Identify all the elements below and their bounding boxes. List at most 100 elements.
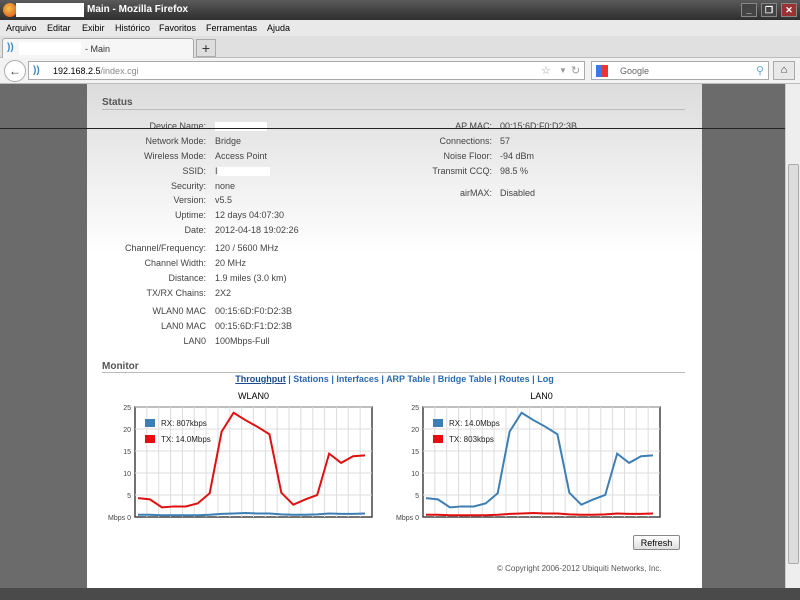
legend-swatch: [433, 435, 443, 443]
monitor-link-routes[interactable]: Routes: [499, 374, 530, 384]
monitor-link-stations[interactable]: Stations: [293, 374, 329, 384]
status-value: [215, 121, 267, 132]
status-value: 120 / 5600 MHz: [215, 243, 279, 253]
status-label: Noise Floor:: [443, 151, 492, 161]
status-value: 1.9 miles (3.0 km): [215, 273, 287, 283]
refresh-button[interactable]: Refresh: [633, 535, 680, 550]
redacted-value: [217, 167, 270, 177]
status-value: Disabled: [500, 188, 536, 198]
menu-ferramentas[interactable]: Ferramentas: [206, 23, 257, 33]
monitor-link-interfaces[interactable]: Interfaces: [336, 374, 379, 384]
menu-ajuda[interactable]: Ajuda: [267, 23, 290, 33]
ubnt-page: Status Device Name: Network Mode: Bridge Wi…: [87, 84, 702, 588]
status-value: 57: [500, 136, 511, 146]
menu-exibir[interactable]: Exibir: [82, 23, 105, 33]
status-value: 100Mbps-Full: [215, 336, 270, 346]
dropdown-icon[interactable]: ▼: [559, 66, 567, 75]
menu-historico[interactable]: Histórico: [115, 23, 150, 33]
status-label: Channel Width:: [144, 258, 206, 268]
status-value: 2X2: [215, 288, 231, 298]
y-tick-label: 20: [123, 427, 131, 434]
restore-button[interactable]: ❐: [761, 3, 777, 17]
status-label: Uptime:: [174, 210, 206, 220]
monitor-link-bridge-table[interactable]: Bridge Table: [438, 374, 492, 384]
status-value: v5.5: [215, 195, 232, 205]
tab-main[interactable]: )) - Main: [2, 38, 194, 58]
status-label: Device Name:: [149, 121, 206, 131]
search-icon[interactable]: ⚲: [756, 64, 764, 77]
legend-swatch: [145, 435, 155, 443]
reload-icon[interactable]: ↻: [571, 64, 580, 77]
bookmark-star-icon[interactable]: ☆: [541, 64, 551, 77]
close-button[interactable]: ✕: [781, 3, 797, 17]
monitor-link-log[interactable]: Log: [537, 374, 554, 384]
status-value-text: none: [215, 181, 236, 191]
redacted-title: [16, 3, 84, 17]
scrollbar[interactable]: [785, 84, 800, 588]
google-icon: [596, 65, 608, 77]
menu-arquivo[interactable]: Arquivo: [6, 23, 37, 33]
status-value: 12 days 04:07:30: [215, 210, 284, 220]
status-value: 2012-04-18 19:02:26: [215, 225, 299, 235]
y-tick-label: 10: [123, 471, 131, 478]
page-viewport: Status Device Name: Network Mode: Bridge Wi…: [0, 84, 785, 588]
copyright: © Copyright 2006-2012 Ubiquiti Networks,…: [497, 564, 662, 573]
menu-editar[interactable]: Editar: [47, 23, 71, 33]
status-value-text: v5.5: [215, 195, 233, 205]
tab-bar: )) - Main +: [0, 36, 800, 58]
y-tick-label: Mbps 0: [108, 515, 131, 522]
y-tick-label: Mbps 0: [396, 515, 419, 522]
monitor-link-throughput[interactable]: Throughput: [235, 374, 285, 384]
chart-title: LAN0: [530, 391, 553, 401]
status-label: LAN0 MAC: [160, 321, 206, 331]
y-tick-label: 5: [415, 493, 419, 500]
search-box[interactable]: Google ⚲: [591, 61, 769, 80]
home-button[interactable]: ⌂: [773, 61, 795, 80]
status-value: I: [215, 166, 270, 177]
status-value-text: 100Mbps-Full: [215, 336, 270, 346]
status-label: airMAX:: [459, 188, 492, 198]
status-value-text: 120 / 5600 MHz: [215, 243, 279, 253]
tab-label: - Main: [85, 44, 111, 54]
divider: [0, 128, 785, 129]
url-bar[interactable]: )) 192.168.2.5/index.cgi ☆ ▼ ↻: [28, 61, 585, 80]
status-value-text: 00:15:6D:F1:D2:3B: [215, 321, 293, 331]
window-title: Main - Mozilla Firefox: [87, 4, 189, 15]
y-tick-label: 15: [411, 449, 419, 456]
y-tick-label: 15: [123, 449, 131, 456]
monitor-heading: Monitor: [102, 361, 139, 372]
title-bar: Main - Mozilla Firefox _ ❐ ✕: [0, 0, 800, 20]
status-value-text: 20 MHz: [215, 258, 247, 268]
status-label: Wireless Mode:: [143, 151, 206, 161]
status-label: WLAN0 MAC: [152, 306, 206, 316]
redacted-tab-title: [19, 42, 81, 55]
status-label: LAN0: [183, 336, 206, 346]
chart-title: WLAN0: [238, 391, 269, 401]
y-tick-label: 5: [127, 493, 131, 500]
status-value: 00:15:6D:F1:D2:3B: [215, 321, 292, 331]
status-value-text: 2X2: [215, 288, 232, 298]
y-tick-label: 10: [411, 471, 419, 478]
rss-icon: )): [7, 42, 14, 53]
site-icon: )): [33, 65, 40, 76]
status-heading: Status: [102, 97, 133, 108]
minimize-button[interactable]: _: [741, 3, 757, 17]
status-label: TX/RX Chains:: [146, 288, 206, 298]
status-label: Connections:: [439, 136, 492, 146]
status-label: SSID:: [182, 166, 206, 176]
status-label: AP MAC:: [455, 121, 492, 131]
back-button[interactable]: ←: [4, 60, 26, 82]
monitor-link-arp-table[interactable]: ARP Table: [386, 374, 430, 384]
divider: [102, 109, 685, 110]
status-label: Distance:: [168, 273, 206, 283]
scrollbar-thumb[interactable]: [788, 164, 799, 564]
new-tab-button[interactable]: +: [196, 39, 216, 57]
status-label: Date:: [184, 225, 206, 235]
menu-bar: Arquivo Editar Exibir Histórico Favorito…: [0, 20, 800, 36]
monitor-links: Throughput | Stations | Interfaces | ARP…: [235, 374, 554, 384]
legend-swatch: [433, 419, 443, 427]
legend-label: TX: 14.0Mbps: [161, 435, 211, 444]
divider: [102, 372, 685, 373]
firefox-logo-icon: [3, 3, 17, 17]
menu-favoritos[interactable]: Favoritos: [159, 23, 196, 33]
